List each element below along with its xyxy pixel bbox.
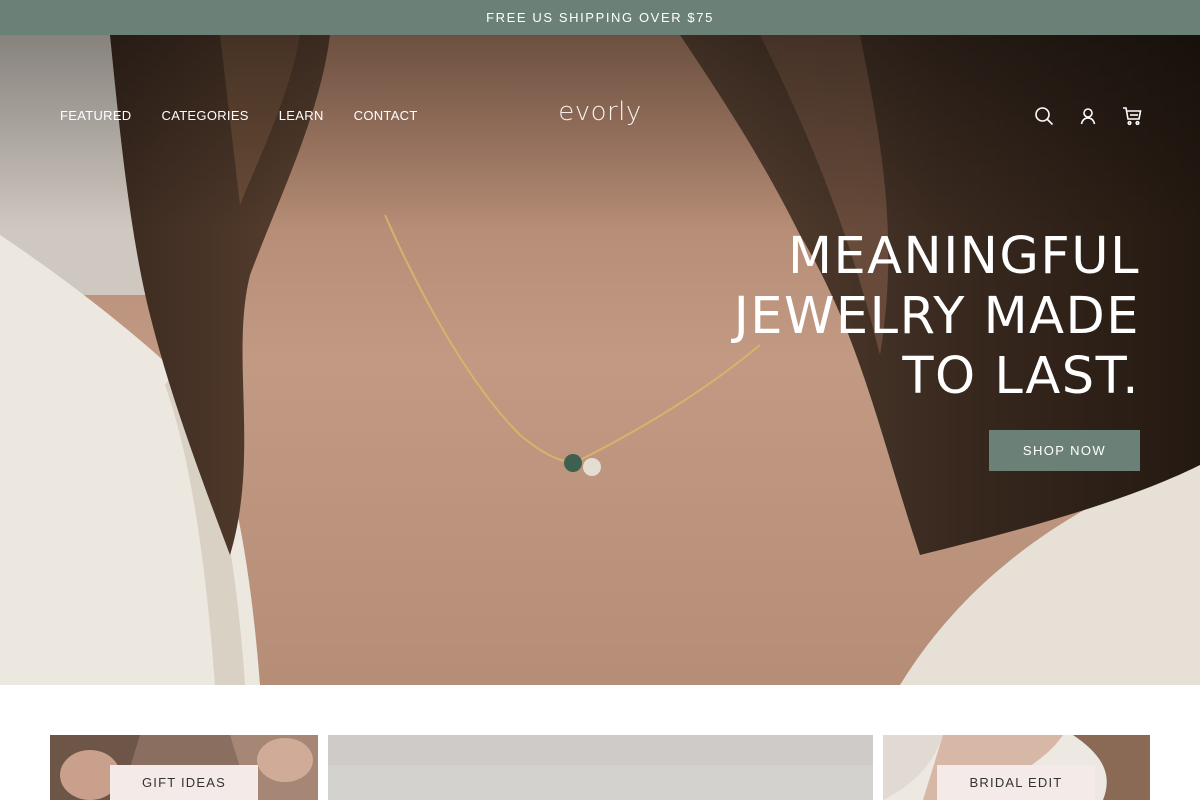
collection-tiles: GIFT IDEAS BRIDAL EDIT	[0, 685, 1200, 800]
tile-label: GIFT IDEAS	[110, 765, 258, 800]
announcement-bar: FREE US SHIPPING OVER $75	[0, 0, 1200, 35]
cart-icon[interactable]	[1122, 106, 1142, 126]
brand-logo[interactable]: evorly	[558, 97, 642, 127]
hero-headline: MEANINGFUL JEWELRY MADE TO LAST.	[733, 227, 1140, 406]
header-actions	[1034, 106, 1142, 126]
nav-item-categories[interactable]: CATEGORIES	[162, 108, 249, 123]
hero-section: FEATURED CATEGORIES LEARN CONTACT evorly	[0, 35, 1200, 685]
tile-label: BRIDAL EDIT	[937, 765, 1095, 800]
shop-now-button[interactable]: SHOP NOW	[989, 430, 1140, 471]
search-icon[interactable]	[1034, 106, 1054, 126]
tile-bridal-edit[interactable]: BRIDAL EDIT	[883, 735, 1150, 800]
tile-featured-image	[328, 735, 873, 800]
tile-featured[interactable]	[328, 735, 873, 800]
announcement-text: FREE US SHIPPING OVER $75	[486, 10, 714, 25]
nav-item-featured[interactable]: FEATURED	[60, 108, 132, 123]
main-nav: FEATURED CATEGORIES LEARN CONTACT	[60, 108, 418, 123]
nav-item-contact[interactable]: CONTACT	[354, 108, 418, 123]
nav-item-learn[interactable]: LEARN	[279, 108, 324, 123]
account-icon[interactable]	[1078, 106, 1098, 126]
tile-gift-ideas[interactable]: GIFT IDEAS	[50, 735, 318, 800]
